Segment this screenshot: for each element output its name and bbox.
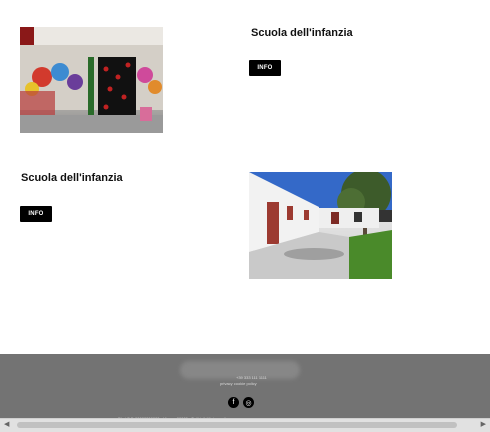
footer-phone: +39 333 111 1111 (236, 375, 267, 380)
facebook-icon[interactable]: f (228, 397, 239, 408)
school-building-illustration (249, 172, 392, 279)
scrollbar-thumb[interactable] (17, 422, 457, 428)
card-2-image[interactable] (249, 172, 392, 279)
footer-social-links: f ◎ (228, 397, 254, 408)
card-2-info-button[interactable]: INFO (20, 206, 52, 222)
horizontal-scrollbar[interactable]: ◀ ▶ (0, 418, 490, 432)
scroll-left-icon[interactable]: ◀ (4, 419, 9, 431)
card-1-title: Scuola dell'infanzia (251, 27, 353, 39)
scroll-right-icon[interactable]: ▶ (481, 419, 486, 431)
card-2-title: Scuola dell'infanzia (21, 172, 123, 184)
footer-privacy-link[interactable]: privacy cookie policy (220, 381, 257, 386)
instagram-icon[interactable]: ◎ (243, 397, 254, 408)
mural-illustration (20, 27, 163, 133)
card-1-info-button[interactable]: INFO (249, 60, 281, 76)
card-1-image[interactable] (20, 27, 163, 133)
